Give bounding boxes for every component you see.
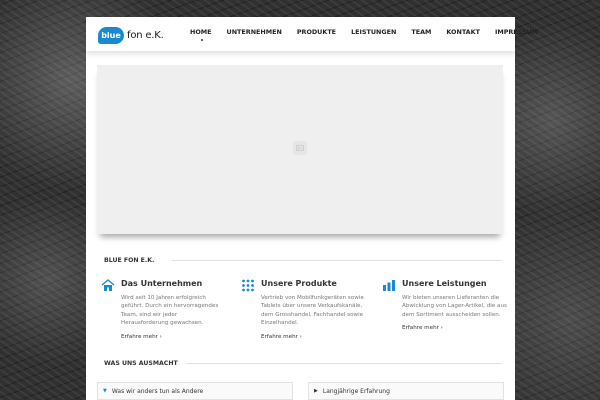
nav-home[interactable]: HOME (190, 28, 212, 41)
section-title-values-text: WAS UNS AUSMACHT (104, 360, 178, 367)
section-title-company-text: BLUE FON E.K. (104, 257, 155, 264)
feature-title: Das Unternehmen (121, 278, 203, 288)
feature-unternehmen: Das Unternehmen Wird seit 10 Jahren erfo… (101, 276, 226, 340)
nav-kontakt[interactable]: KONTAKT (446, 28, 480, 36)
nav-impressum[interactable]: IMPRESSUM (495, 28, 538, 36)
accordion-label: Was wir anders tun als Andere (111, 387, 204, 395)
read-more-link[interactable]: Erfahre mehr › (121, 334, 226, 340)
hero-slider[interactable] (97, 65, 503, 234)
nav-leistungen[interactable]: LEISTUNGEN (351, 28, 396, 36)
accordion-item-anders[interactable]: ▼ Was wir anders tun als Andere (97, 382, 293, 400)
site-header: blue fon e.K. HOME UNTERNEHMEN PRODUKTE … (86, 17, 538, 51)
accordion-item-erfahrung[interactable]: ▶ Langjährige Erfahrung (308, 382, 504, 400)
feature-produkte: Unsere Produkte Vertrieb von Mobilfunkge… (241, 276, 366, 340)
bar-chart-icon (382, 277, 396, 291)
feature-leistungen: Unsere Leistungen Wir bieten unseren Lie… (382, 276, 507, 331)
logo[interactable]: blue fon e.K. (98, 26, 164, 44)
page-container: blue fon e.K. HOME UNTERNEHMEN PRODUKTE … (86, 17, 538, 400)
nav-unternehmen[interactable]: UNTERNEHMEN (227, 28, 282, 36)
nav-team[interactable]: TEAM (411, 28, 431, 36)
grid-icon (241, 277, 255, 291)
feature-title: Unsere Produkte (261, 278, 337, 288)
nav-produkte[interactable]: PRODUKTE (297, 28, 336, 36)
section-divider (172, 260, 502, 261)
feature-title: Unsere Leistungen (402, 278, 487, 288)
section-title-company: BLUE FON E.K. (104, 257, 502, 264)
read-more-link[interactable]: Erfahre mehr › (402, 325, 507, 331)
read-more-link[interactable]: Erfahre mehr › (261, 334, 366, 340)
feature-text: Wir bieten unseren Lieferanten die Abwic… (402, 295, 507, 318)
main-nav: HOME UNTERNEHMEN PRODUKTE LEISTUNGEN TEA… (190, 28, 553, 41)
image-placeholder-icon (293, 141, 307, 155)
feature-text: Wird seit 10 Jahren erfolgreich geführt.… (121, 295, 219, 327)
accordion-label: Langjährige Erfahrung (322, 387, 390, 395)
section-divider (186, 363, 502, 364)
house-icon (101, 277, 115, 291)
chevron-down-icon: ▼ (103, 388, 107, 394)
chevron-right-icon: ▶ (314, 388, 318, 394)
logo-mark: blue (98, 26, 124, 44)
feature-text: Vertrieb von Mobilfunkgeräten sowie Tabl… (261, 295, 364, 327)
logo-text: fon e.K. (127, 29, 164, 41)
section-title-values: WAS UNS AUSMACHT (104, 360, 502, 367)
